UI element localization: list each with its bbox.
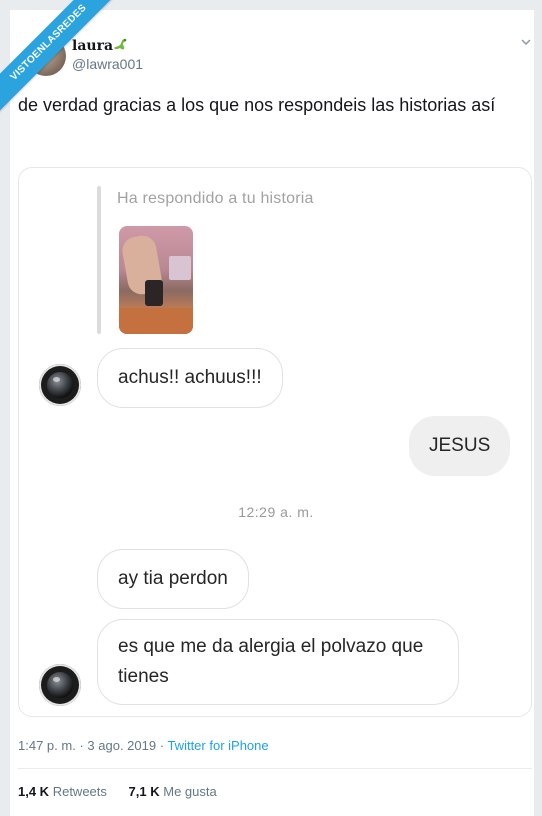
divider (18, 768, 532, 769)
watermark-text: VISTOENLASREDES (0, 0, 126, 120)
message-bubble: es que me da alergia el polvazo que tien… (97, 619, 459, 705)
chat-timestamp: 12:29 a. m. (238, 504, 314, 520)
tweet-stats: 1,4 K Retweets 7,1 K Me gusta (18, 784, 235, 799)
tweet-media[interactable]: Ha respondido a tu historia achus!! achu… (18, 167, 532, 717)
likes-count: 7,1 K (128, 784, 160, 799)
reply-quote-bar (97, 186, 101, 334)
story-thumbnail (119, 226, 193, 334)
message-bubble: JESUS (409, 416, 511, 476)
meta-separator: · (159, 738, 165, 753)
retweets-stat[interactable]: 1,4 K Retweets (18, 784, 107, 799)
likes-stat[interactable]: 7,1 K Me gusta (129, 784, 217, 799)
tweet-source-link[interactable]: Twitter for iPhone (167, 738, 268, 753)
tweet-meta: 1:47 p. m. · 3 ago. 2019 · Twitter for i… (18, 738, 269, 753)
chat-avatar (39, 364, 81, 406)
meta-separator: · (79, 738, 84, 753)
tweet-date[interactable]: 3 ago. 2019 (87, 738, 156, 753)
message-bubble: achus!! achuus!!! (97, 348, 283, 408)
tweet-time[interactable]: 1:47 p. m. (18, 738, 76, 753)
retweets-label: Retweets (52, 784, 107, 799)
retweets-count: 1,4 K (18, 784, 50, 799)
chevron-down-icon[interactable] (520, 36, 532, 48)
story-reply-label: Ha respondido a tu historia (117, 190, 314, 207)
likes-label: Me gusta (163, 784, 217, 799)
chat-avatar (39, 664, 81, 706)
message-bubble: ay tia perdon (97, 549, 249, 609)
watermark-ribbon: VISTOENLASREDES (0, 0, 130, 130)
